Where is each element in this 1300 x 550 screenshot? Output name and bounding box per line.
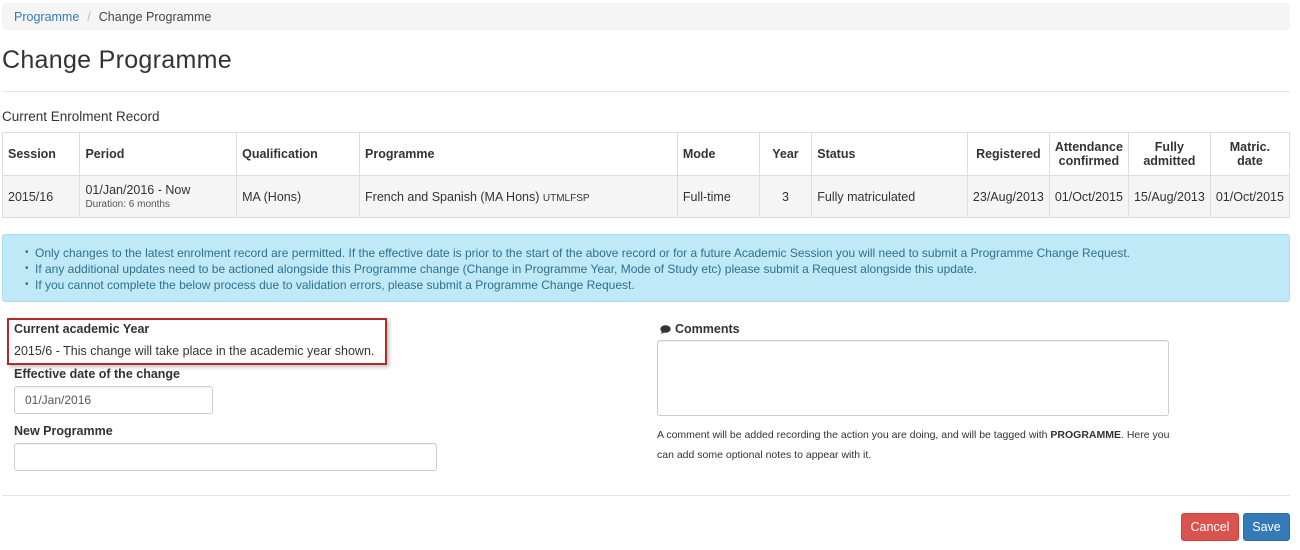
academic-year-label: Current academic Year bbox=[14, 322, 150, 336]
breadcrumb-separator: / bbox=[87, 10, 91, 24]
new-programme-input[interactable] bbox=[14, 443, 437, 471]
cell-attendance-confirmed: 01/Oct/2015 bbox=[1048, 175, 1129, 218]
effective-date-label: Effective date of the change bbox=[14, 367, 181, 381]
comments-help-text: A comment will be added recording the ac… bbox=[657, 425, 1177, 465]
new-programme-label: New Programme bbox=[14, 424, 113, 438]
academic-year-text: 2015/6 - This change will take place in … bbox=[14, 344, 375, 358]
cell-year: 3 bbox=[758, 175, 813, 218]
col-registered: Registered bbox=[966, 132, 1050, 176]
col-fully-admitted: Fully admitted bbox=[1127, 132, 1211, 176]
cell-status: Fully matriculated bbox=[811, 175, 968, 218]
cancel-button[interactable]: Cancel bbox=[1181, 513, 1239, 541]
col-session: Session bbox=[1, 132, 81, 176]
enrolment-section-label: Current Enrolment Record bbox=[2, 109, 160, 124]
breadcrumb-current: Change Programme bbox=[98, 10, 212, 24]
alert-list: Only changes to the latest enrolment rec… bbox=[25, 245, 1289, 293]
alert-item: If you cannot complete the below process… bbox=[25, 277, 1289, 293]
comments-textarea[interactable] bbox=[657, 340, 1169, 416]
effective-date-input[interactable] bbox=[14, 386, 213, 414]
cell-matric-date: 01/Oct/2015 bbox=[1209, 175, 1291, 218]
comment-icon bbox=[660, 325, 671, 334]
cell-mode: Full-time bbox=[676, 175, 760, 218]
cell-fully-admitted: 15/Aug/2013 bbox=[1127, 175, 1211, 218]
cell-period: 01/Jan/2016 - Now Duration: 6 months bbox=[79, 175, 238, 218]
col-mode: Mode bbox=[676, 132, 760, 176]
help-prefix: A comment will be added recording the ac… bbox=[657, 429, 1051, 441]
col-programme: Programme bbox=[359, 132, 678, 176]
cell-qualification: MA (Hons) bbox=[236, 175, 361, 218]
page-title: Change Programme bbox=[2, 46, 232, 74]
comments-label: Comments bbox=[675, 322, 740, 336]
alert-item: Only changes to the latest enrolment rec… bbox=[25, 245, 1289, 261]
cell-session: 2015/16 bbox=[1, 175, 81, 218]
enrolment-table: Session Period Qualification Programme M… bbox=[1, 132, 1291, 218]
col-attendance-confirmed: Attendance confirmed bbox=[1048, 132, 1129, 176]
save-button[interactable]: Save bbox=[1243, 513, 1290, 541]
info-alert: Only changes to the latest enrolment rec… bbox=[2, 234, 1290, 302]
col-year: Year bbox=[758, 132, 813, 176]
divider bbox=[2, 91, 1290, 92]
breadcrumb: Programme / Change Programme bbox=[2, 3, 1290, 30]
table-header-row: Session Period Qualification Programme M… bbox=[1, 132, 1291, 176]
breadcrumb-link-programme[interactable]: Programme bbox=[14, 10, 79, 24]
programme-code: UTMLFSP bbox=[542, 192, 590, 204]
help-tag: PROGRAMME bbox=[1050, 429, 1122, 441]
col-period: Period bbox=[79, 132, 238, 176]
table-row: 2015/16 01/Jan/2016 - Now Duration: 6 mo… bbox=[1, 175, 1291, 218]
programme-name: French and Spanish (MA Hons) bbox=[365, 189, 540, 204]
col-matric-date: Matric. date bbox=[1209, 132, 1291, 176]
comments-label-row: Comments bbox=[660, 322, 740, 336]
cell-programme: French and Spanish (MA Hons) UTMLFSP bbox=[359, 175, 678, 218]
divider bbox=[2, 495, 1290, 496]
alert-item: If any additional updates need to be act… bbox=[25, 261, 1289, 277]
col-qualification: Qualification bbox=[236, 132, 361, 176]
period-range: 01/Jan/2016 - Now bbox=[85, 183, 191, 197]
period-duration: Duration: 6 months bbox=[85, 199, 170, 210]
col-status: Status bbox=[811, 132, 968, 176]
cell-registered: 23/Aug/2013 bbox=[966, 175, 1050, 218]
